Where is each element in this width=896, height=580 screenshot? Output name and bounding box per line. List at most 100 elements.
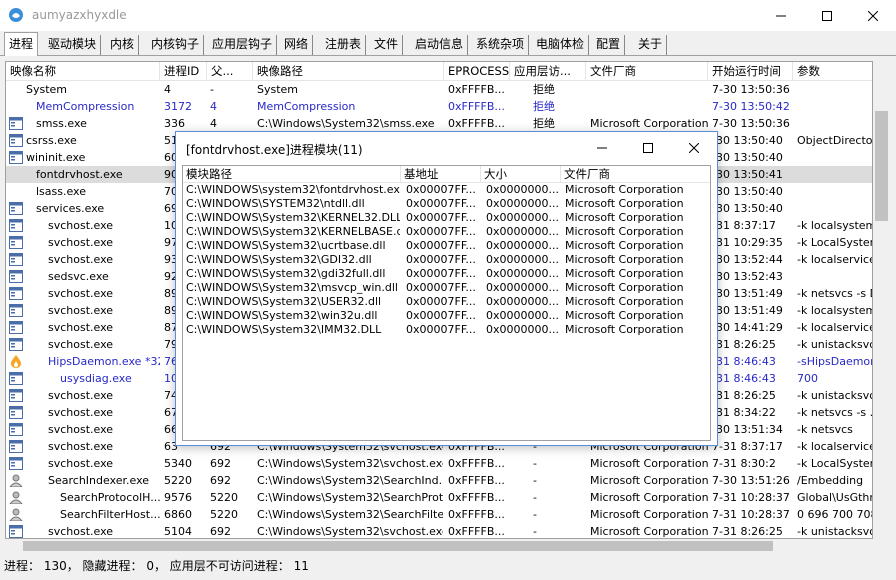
process-vendor: Microsoft Corporation bbox=[590, 457, 708, 470]
process-name: SearchIndexer.exe bbox=[48, 474, 150, 487]
process-start: 7-31 10:28:37 bbox=[712, 491, 790, 504]
process-start: -31 8:26:25 bbox=[712, 389, 776, 402]
process-vendor: Microsoft Corporation bbox=[590, 491, 708, 504]
process-access: - bbox=[533, 508, 537, 521]
process-eprocess: 0xFFFFB... bbox=[448, 508, 505, 521]
tab-about[interactable]: 关于 bbox=[634, 35, 668, 55]
process-ppid: 692 bbox=[210, 457, 231, 470]
module-row[interactable]: C:\WINDOWS\System32\GDI32.dll 0x00007FF..… bbox=[183, 253, 710, 267]
process-pid: 9576 bbox=[164, 491, 192, 504]
module-dialog: [fontdrvhost.exe]进程模块(11) 模块路径 基地址 大小 文件… bbox=[175, 131, 718, 446]
process-name: svchost.exe bbox=[48, 253, 114, 266]
module-row[interactable]: C:\WINDOWS\System32\gdi32full.dll 0x00007… bbox=[183, 267, 710, 281]
col-image-name[interactable]: 映像名称 bbox=[6, 62, 160, 81]
tab-pc-checkup[interactable]: 电脑体检 bbox=[532, 35, 590, 55]
process-table-vscrollbar[interactable] bbox=[873, 61, 890, 539]
window-app-icon bbox=[9, 219, 23, 232]
process-path: C:\Windows\System32\svchost.exe bbox=[257, 525, 443, 538]
process-eprocess: 0xFFFFB... bbox=[448, 474, 505, 487]
tab-startup[interactable]: 启动信息 bbox=[411, 35, 469, 55]
tab-driver-modules[interactable]: 驱动模块 bbox=[44, 35, 102, 55]
process-start: -30 13:51:49 bbox=[712, 287, 783, 300]
maximize-button[interactable] bbox=[804, 0, 850, 31]
module-row[interactable]: C:\WINDOWS\System32\msvcp_win.dll 0x00007… bbox=[183, 281, 710, 295]
tab-settings[interactable]: 配置 bbox=[592, 35, 626, 55]
module-row[interactable]: C:\WINDOWS\System32\KERNEL32.DLL 0x00007F… bbox=[183, 211, 710, 225]
col-eprocess[interactable]: EPROCESS bbox=[444, 62, 510, 81]
module-row[interactable]: C:\WINDOWS\System32\IMM32.DLL 0x00007FF..… bbox=[183, 323, 710, 337]
process-start: -31 8:26:25 bbox=[712, 338, 776, 351]
process-name: svchost.exe bbox=[48, 389, 114, 402]
process-args: /Embedding bbox=[797, 474, 864, 487]
process-args: 700 bbox=[797, 372, 818, 385]
process-name: MemCompression bbox=[36, 100, 135, 113]
tab-network[interactable]: 网络 bbox=[280, 35, 314, 55]
tab-processes[interactable]: 进程 bbox=[4, 32, 39, 56]
col-start-time[interactable]: 开始运行时间 bbox=[708, 62, 793, 81]
module-dialog-title: [fontdrvhost.exe]进程模块(11) bbox=[186, 143, 363, 157]
process-row[interactable]: System 4 - System 0xFFFFB... 拒绝 7-30 13:50:36 bbox=[6, 81, 872, 98]
module-row[interactable]: C:\WINDOWS\SYSTEM32\ntdll.dll 0x00007FF..… bbox=[183, 197, 710, 211]
process-name: svchost.exe bbox=[48, 525, 114, 538]
tab-kernel[interactable]: 内核 bbox=[106, 35, 140, 55]
process-row[interactable]: SearchProtocolH... 9576 5220 C:\Windows\Sys… bbox=[6, 489, 872, 506]
hscroll-thumb[interactable] bbox=[23, 541, 773, 551]
tab-system-misc[interactable]: 系统杂项 bbox=[472, 35, 530, 55]
col-args[interactable]: 参数 bbox=[793, 62, 872, 81]
col-image-path[interactable]: 映像路径 bbox=[253, 62, 444, 81]
dialog-close-button[interactable] bbox=[671, 132, 717, 163]
col-base-address[interactable]: 基地址 bbox=[401, 166, 481, 183]
process-name: fontdrvhost.exe bbox=[36, 168, 123, 181]
process-row[interactable]: SearchFilterHost... 6860 5220 C:\Windows\Sy… bbox=[6, 506, 872, 523]
tab-kernel-hooks[interactable]: 内核钩子 bbox=[147, 35, 205, 55]
dialog-maximize-button[interactable] bbox=[625, 132, 671, 163]
process-path: C:\Windows\System32\SearchInd... bbox=[257, 474, 443, 487]
col-ppid[interactable]: 父... bbox=[207, 62, 253, 81]
process-name: svchost.exe bbox=[48, 406, 114, 419]
process-args bbox=[797, 98, 872, 115]
col-size[interactable]: 大小 bbox=[481, 166, 561, 183]
process-row[interactable]: SearchIndexer.exe 5220 692 C:\Windows\Syste… bbox=[6, 472, 872, 489]
module-row[interactable]: C:\WINDOWS\System32\win32u.dll 0x00007FF.… bbox=[183, 309, 710, 323]
process-row[interactable]: svchost.exe 5104 692 C:\Windows\System32\sv… bbox=[6, 523, 872, 538]
col-module-path[interactable]: 模块路径 bbox=[183, 166, 401, 183]
module-vendor: Microsoft Corporation bbox=[565, 239, 684, 252]
process-row[interactable]: MemCompression 3172 4 MemCompression 0xFFFFB… bbox=[6, 98, 872, 115]
module-base: 0x00007FF... bbox=[406, 211, 476, 224]
process-vendor: Microsoft Corporation bbox=[590, 117, 708, 130]
col-vendor[interactable]: 文件厂商 bbox=[586, 62, 708, 81]
process-table-hscrollbar[interactable] bbox=[5, 539, 890, 553]
process-row[interactable]: svchost.exe 5340 692 C:\Windows\System32\sv… bbox=[6, 455, 872, 472]
tab-registry[interactable]: 注册表 bbox=[321, 35, 367, 55]
process-args: -k unistacksvc... bbox=[797, 389, 872, 402]
col-pid[interactable]: 进程ID bbox=[160, 62, 207, 81]
process-name: services.exe bbox=[36, 202, 105, 215]
module-row[interactable]: C:\WINDOWS\System32\KERNELBASE.dll 0x0000… bbox=[183, 225, 710, 239]
module-vendor: Microsoft Corporation bbox=[565, 281, 684, 294]
process-args: Global\UsGthr... bbox=[797, 491, 873, 504]
process-row[interactable]: smss.exe 336 4 C:\Windows\System32\smss.exe… bbox=[6, 115, 872, 132]
process-path: MemCompression bbox=[257, 100, 356, 113]
dialog-minimize-button[interactable] bbox=[579, 132, 625, 163]
minimize-button[interactable] bbox=[758, 0, 804, 31]
module-row[interactable]: C:\WINDOWS\System32\USER32.dll 0x00007FF.… bbox=[183, 295, 710, 309]
module-path: C:\WINDOWS\System32\win32u.dll bbox=[186, 309, 378, 322]
module-row[interactable]: C:\WINDOWS\System32\ucrtbase.dll 0x00007F… bbox=[183, 239, 710, 253]
module-row[interactable]: C:\WINDOWS\system32\fontdrvhost.exe 0x000… bbox=[183, 183, 710, 197]
process-pid: 6860 bbox=[164, 508, 192, 521]
col-app-access[interactable]: 应用层访... bbox=[510, 62, 586, 81]
vscroll-thumb[interactable] bbox=[875, 111, 888, 221]
window-app-icon bbox=[9, 236, 23, 249]
module-base: 0x00007FF... bbox=[406, 295, 476, 308]
process-start: -30 13:52:44 bbox=[712, 253, 783, 266]
process-access: - bbox=[533, 525, 537, 538]
process-path: C:\Windows\System32\SearchFilte... bbox=[257, 508, 443, 521]
tab-files[interactable]: 文件 bbox=[370, 35, 404, 55]
module-size: 0x0000000... bbox=[486, 295, 559, 308]
process-name: svchost.exe bbox=[48, 321, 114, 334]
tab-app-hooks[interactable]: 应用层钩子 bbox=[208, 35, 278, 55]
col-module-vendor[interactable]: 文件厂商 bbox=[561, 166, 710, 183]
close-button[interactable] bbox=[850, 0, 896, 31]
process-start: -30 13:52:43 bbox=[712, 270, 783, 283]
process-vendor bbox=[590, 81, 708, 98]
